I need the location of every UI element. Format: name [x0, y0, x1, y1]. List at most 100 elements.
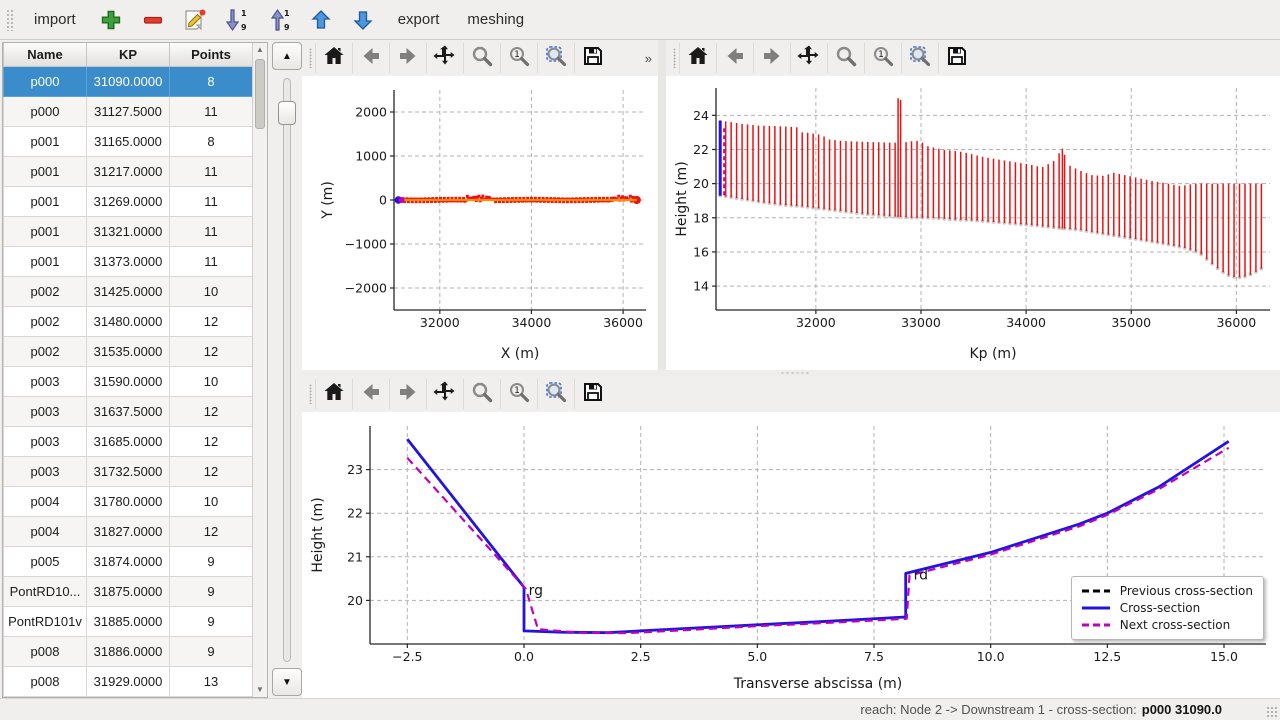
cell-kp[interactable]: 31269.0000	[87, 186, 170, 216]
home-button[interactable]	[679, 43, 716, 73]
cell-name[interactable]: p001	[4, 216, 87, 246]
cell-points[interactable]: 13	[170, 666, 253, 696]
table-row[interactable]: p00031090.00008	[4, 66, 253, 96]
table-row[interactable]: p00131165.00008	[4, 126, 253, 156]
sort-ascending-button[interactable]: 1 9	[260, 4, 298, 36]
toolbar-drag-handle[interactable]	[309, 384, 312, 404]
table-row[interactable]: p00231480.000012	[4, 306, 253, 336]
table-row[interactable]: p00131373.000011	[4, 246, 253, 276]
table-row[interactable]: p00331685.000012	[4, 426, 253, 456]
home-button[interactable]	[315, 43, 352, 73]
cell-kp[interactable]: 31535.0000	[87, 336, 170, 366]
column-header-points[interactable]: Points	[170, 43, 253, 66]
table-scrollbar[interactable]: ▲ ▼	[252, 43, 267, 697]
resize-grip-icon[interactable]	[1266, 706, 1278, 718]
zoom-button[interactable]	[827, 43, 864, 73]
cell-points[interactable]: 12	[170, 456, 253, 486]
cell-name[interactable]: p001	[4, 246, 87, 276]
forward-button[interactable]	[389, 43, 426, 73]
cell-kp[interactable]: 31827.0000	[87, 516, 170, 546]
cell-name[interactable]: p001	[4, 126, 87, 156]
cell-name[interactable]: p008	[4, 636, 87, 666]
cell-points[interactable]: 11	[170, 216, 253, 246]
add-button[interactable]	[92, 4, 130, 36]
toolbar-drag-handle[interactable]	[6, 9, 14, 31]
cell-name[interactable]: p002	[4, 336, 87, 366]
export-button[interactable]: export	[386, 4, 452, 35]
zoom-button[interactable]	[463, 43, 500, 73]
table-row[interactable]: p00131321.000011	[4, 216, 253, 246]
cell-kp[interactable]: 31090.0000	[87, 66, 170, 96]
cell-kp[interactable]: 31425.0000	[87, 276, 170, 306]
cell-points[interactable]: 9	[170, 606, 253, 636]
table-row[interactable]: p00031127.500011	[4, 96, 253, 126]
back-button[interactable]	[352, 379, 389, 409]
cell-points[interactable]: 8	[170, 66, 253, 96]
cell-points[interactable]: 11	[170, 96, 253, 126]
slider-up-button[interactable]: ▲	[272, 42, 302, 70]
zoom-button[interactable]	[463, 379, 500, 409]
table-row[interactable]: p00831886.00009	[4, 636, 253, 666]
toolbar-drag-handle[interactable]	[673, 48, 676, 68]
cell-name[interactable]: p001	[4, 186, 87, 216]
zoom-one-button[interactable]: 1	[500, 379, 537, 409]
table-row[interactable]: PontRD10...31875.00009	[4, 576, 253, 606]
pan-button[interactable]	[426, 379, 463, 409]
cell-kp[interactable]: 31874.0000	[87, 546, 170, 576]
cell-kp[interactable]: 31373.0000	[87, 246, 170, 276]
cell-points[interactable]: 12	[170, 516, 253, 546]
cell-kp[interactable]: 31685.0000	[87, 426, 170, 456]
table-row[interactable]: p00131217.000011	[4, 156, 253, 186]
cell-kp[interactable]: 31637.5000	[87, 396, 170, 426]
zoom-fit-button[interactable]	[537, 379, 574, 409]
cell-points[interactable]: 9	[170, 636, 253, 666]
save-button[interactable]	[574, 379, 611, 409]
save-button[interactable]	[574, 43, 611, 73]
zoom-one-button[interactable]: 1	[864, 43, 901, 73]
scroll-down-icon[interactable]: ▼	[253, 683, 267, 697]
cell-points[interactable]: 10	[170, 276, 253, 306]
longitudinal-profile-plot[interactable]: 3200033000340003500036000141618202224Kp …	[666, 76, 1280, 370]
cell-name[interactable]: p001	[4, 156, 87, 186]
cell-kp[interactable]: 31929.0000	[87, 666, 170, 696]
cell-name[interactable]: p003	[4, 366, 87, 396]
cell-name[interactable]: p004	[4, 486, 87, 516]
table-row[interactable]: p00131269.000011	[4, 186, 253, 216]
cell-name[interactable]: PontRD101v	[4, 606, 87, 636]
cell-points[interactable]: 11	[170, 186, 253, 216]
slider-down-button[interactable]: ▼	[272, 668, 302, 696]
table-row[interactable]: p00831929.000013	[4, 666, 253, 696]
forward-button[interactable]	[753, 43, 790, 73]
cell-points[interactable]: 11	[170, 246, 253, 276]
cross-section-plot[interactable]: rgrd−2.50.02.55.07.510.012.515.020212223…	[302, 412, 1280, 700]
table-header[interactable]: NameKPPoints	[4, 43, 253, 66]
cell-points[interactable]: 12	[170, 426, 253, 456]
sort-descending-button[interactable]: 1 9	[218, 4, 256, 36]
import-button[interactable]: import	[22, 4, 88, 35]
table-row[interactable]: p00231535.000012	[4, 336, 253, 366]
table-row[interactable]: p00331732.500012	[4, 456, 253, 486]
table-row[interactable]: p00231425.000010	[4, 276, 253, 306]
cell-name[interactable]: p003	[4, 456, 87, 486]
cell-kp[interactable]: 31217.0000	[87, 156, 170, 186]
move-down-button[interactable]	[344, 4, 382, 36]
table-row[interactable]: p00331637.500012	[4, 396, 253, 426]
cell-name[interactable]: p003	[4, 426, 87, 456]
cell-kp[interactable]: 31885.0000	[87, 606, 170, 636]
cell-name[interactable]: p002	[4, 276, 87, 306]
save-button[interactable]	[938, 43, 975, 73]
cell-kp[interactable]: 31732.5000	[87, 456, 170, 486]
cell-kp[interactable]: 31321.0000	[87, 216, 170, 246]
cell-points[interactable]: 8	[170, 126, 253, 156]
cell-kp[interactable]: 31480.0000	[87, 306, 170, 336]
scrollbar-thumb[interactable]	[255, 59, 265, 129]
slider-handle[interactable]	[278, 101, 296, 125]
back-button[interactable]	[352, 43, 389, 73]
plan-view-plot[interactable]: 320003400036000−2000−1000010002000X (m)Y…	[302, 76, 658, 370]
cell-name[interactable]: p004	[4, 516, 87, 546]
zoom-fit-button[interactable]	[901, 43, 938, 73]
cell-kp[interactable]: 31127.5000	[87, 96, 170, 126]
cell-name[interactable]: p003	[4, 396, 87, 426]
cell-kp[interactable]: 31165.0000	[87, 126, 170, 156]
cell-points[interactable]: 10	[170, 486, 253, 516]
